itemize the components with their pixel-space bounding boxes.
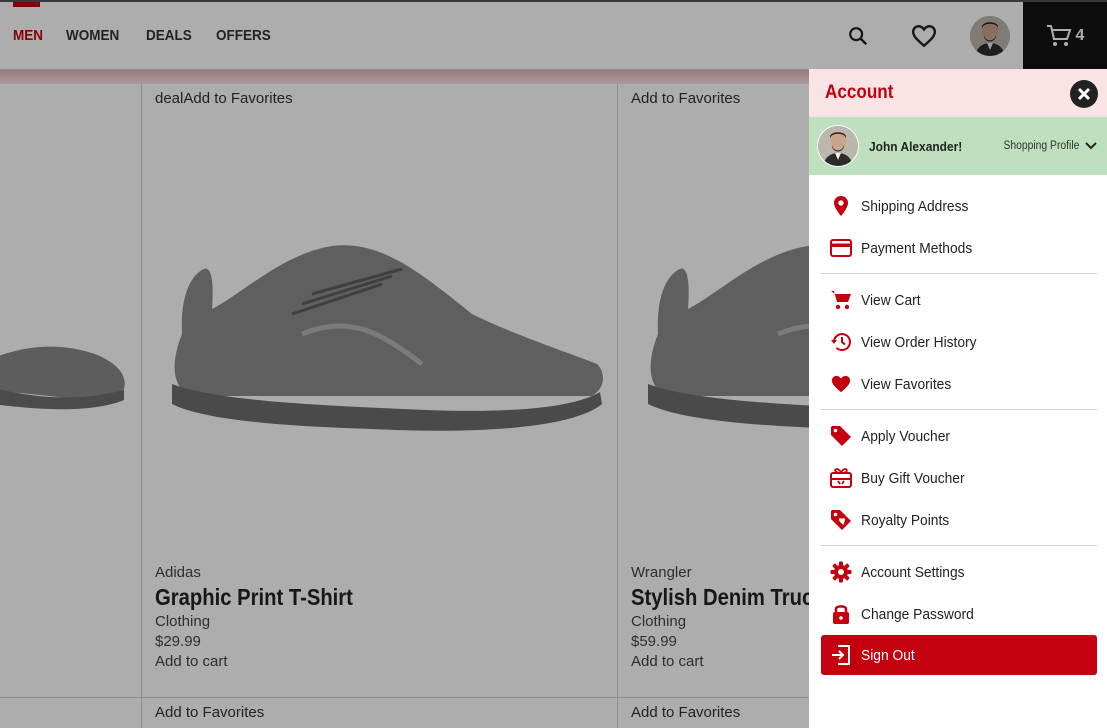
menu-group: Shipping Address Payment Methods — [821, 185, 1097, 274]
menu-item-label: Royalty Points — [861, 511, 950, 529]
menu-item-label: Payment Methods — [861, 239, 973, 257]
account-menu: Shipping Address Payment Methods View Ca… — [809, 185, 1107, 679]
lock-icon — [833, 605, 849, 624]
menu-item-label: View Order History — [861, 333, 977, 351]
menu-item-payment-methods[interactable]: Payment Methods — [821, 227, 1097, 269]
menu-item-label: Change Password — [861, 605, 974, 623]
drawer-header: Account — [809, 69, 1107, 117]
history-icon — [831, 333, 851, 351]
account-drawer: Account John Alexander! Shopping Profile… — [809, 69, 1107, 728]
tag-icon — [831, 426, 851, 446]
loyalty-tag-icon — [831, 510, 851, 530]
credit-card-icon — [830, 239, 852, 257]
heart-icon — [831, 375, 851, 393]
menu-item-label: Sign Out — [861, 646, 915, 664]
avatar — [817, 125, 859, 167]
menu-item-label: Buy Gift Voucher — [861, 469, 965, 487]
cart-icon — [831, 291, 851, 310]
user-name: John Alexander! — [869, 138, 963, 154]
close-button[interactable] — [1070, 80, 1098, 108]
sign-out-button[interactable]: Sign Out — [821, 635, 1097, 675]
menu-item-label: Account Settings — [861, 563, 965, 581]
menu-item-buy-gift-voucher[interactable]: Buy Gift Voucher — [821, 457, 1097, 499]
shopping-profile-label: Shopping Profile — [1003, 140, 1079, 152]
menu-item-apply-voucher[interactable]: Apply Voucher — [821, 415, 1097, 457]
menu-item-view-cart[interactable]: View Cart — [821, 279, 1097, 321]
location-pin-icon — [834, 196, 848, 216]
gift-card-icon — [830, 468, 852, 488]
menu-group: Account Settings Change Password Sign Ou… — [821, 551, 1097, 679]
close-icon — [1077, 87, 1091, 101]
menu-item-label: View Favorites — [861, 375, 952, 393]
sign-out-icon — [832, 645, 850, 665]
chevron-down-icon — [1085, 142, 1097, 150]
menu-item-label: Shipping Address — [861, 197, 969, 215]
menu-item-royalty-points[interactable]: Royalty Points — [821, 499, 1097, 541]
drawer-title: Account — [825, 82, 894, 103]
menu-item-account-settings[interactable]: Account Settings — [821, 551, 1097, 593]
menu-group: Apply Voucher Buy Gift Voucher Royalty P… — [821, 415, 1097, 546]
menu-item-view-favorites[interactable]: View Favorites — [821, 363, 1097, 405]
shopping-profile-toggle[interactable]: Shopping Profile — [995, 117, 1097, 175]
menu-group: View Cart View Order History View Favori… — [821, 279, 1097, 410]
menu-item-label: View Cart — [861, 291, 921, 309]
menu-item-view-order-history[interactable]: View Order History — [821, 321, 1097, 363]
profile-row: John Alexander! Shopping Profile — [809, 117, 1107, 175]
menu-item-change-password[interactable]: Change Password — [821, 593, 1097, 635]
menu-item-label: Apply Voucher — [861, 427, 950, 445]
menu-item-shipping-address[interactable]: Shipping Address — [821, 185, 1097, 227]
gear-icon — [830, 561, 852, 583]
